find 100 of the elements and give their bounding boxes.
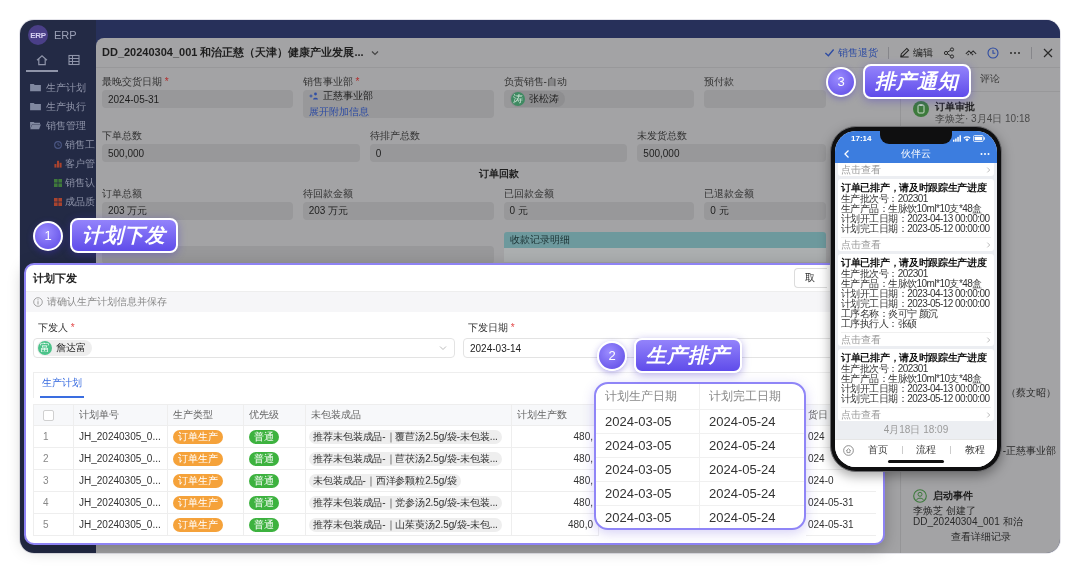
row-number: 3 <box>34 470 74 492</box>
priority-tag: 普通 <box>249 495 279 510</box>
field-label: 最晚交货日期 * <box>102 76 169 88</box>
message-line: 生产批次号：202301 <box>841 364 928 374</box>
app-name: ERP <box>54 29 77 41</box>
table-cell: 2024-03-05 <box>596 506 700 528</box>
product-chip: 推荐未包装成品-｜党参汤2.5g/袋-未包装... <box>309 495 502 510</box>
field-label: 待排产总数 <box>369 130 420 142</box>
input-field: 203 万元 <box>302 202 494 220</box>
activity-text: -正慈事业部 <box>1002 445 1056 457</box>
type-tag: 订单生产 <box>173 429 223 444</box>
message-title: 订单已排产，请及时跟踪生产进度 <box>841 257 987 269</box>
table-cell: JH_20240305_0... <box>74 492 168 514</box>
callout-label: 排产通知 <box>863 64 971 99</box>
field-label: 已回款金额 <box>503 188 554 200</box>
avatar: 涛 <box>510 92 525 106</box>
message-line: 计划开工日期：2023-04-13 00:00:00 <box>841 384 990 394</box>
message-line: 生产批次号：202301 <box>841 269 928 279</box>
callout-label: 计划下发 <box>70 218 178 253</box>
message-line: 计划完工日期：2023-05-12 00:00:00 <box>841 394 990 404</box>
activity-meta: 李焕芝· 3月4日 10:18 <box>935 113 1031 125</box>
field-label: 订单总额 <box>102 188 142 200</box>
activity-meta: 李焕芝 创建了 DD_20240304_001 和治 <box>912 504 1024 527</box>
priority-tag: 普通 <box>249 517 279 532</box>
table-cell: 024-05-31 <box>806 514 876 536</box>
priority-tag: 普通 <box>249 429 279 444</box>
input-field: 203 万元 <box>102 202 293 220</box>
table-cell: JH_20240305_0... <box>74 448 168 470</box>
message-line: 生产产品：生脉饮10ml*10支*48盒 <box>841 374 982 384</box>
field-label: 已退款金额 <box>704 188 755 200</box>
message-line: 工序名称：炎可宁 颜沉 <box>841 309 938 319</box>
person-name: 张松涛 <box>528 92 559 106</box>
message-line: 计划完工日期：2023-05-12 00:00:00 <box>841 224 990 234</box>
column-header: 计划生产日期 <box>596 384 700 409</box>
column-header: 未包装成品 <box>306 405 512 426</box>
input-field: 500,000 <box>637 144 826 162</box>
table-cell: JH_20240305_0... <box>74 514 168 536</box>
row-number: 2 <box>34 448 74 470</box>
table-cell-text: 2024-05-24 <box>708 485 777 503</box>
row-number: 4 <box>34 492 74 514</box>
department-name: 正慈事业部 <box>322 89 373 103</box>
message-line: 生产批次号：202301 <box>841 194 928 204</box>
column-header: 计划完工日期 <box>708 388 782 405</box>
field-label: 未发货总数 <box>637 130 688 142</box>
table-cell: 2024-03-05 <box>596 458 700 481</box>
row-number: 5 <box>34 514 74 536</box>
product-chip: 未包装成品-｜西洋参颗粒2.5g/袋 <box>309 473 461 488</box>
message-time: 4月18日 18:09 <box>883 424 949 436</box>
message-title: 订单已排产，请及时跟踪生产进度 <box>841 352 987 364</box>
field-label: 下发人 * <box>38 322 75 334</box>
subtable-header: 收款记录明细 <box>503 232 826 248</box>
priority-tag: 普通 <box>249 451 279 466</box>
priority-tag: 普通 <box>249 473 279 488</box>
column-header: 计划单号 <box>74 405 168 426</box>
column-header: 优先级 <box>244 405 306 426</box>
person-name: 詹达富 <box>56 341 86 355</box>
table-cell-text: 2024-05-24 <box>708 437 777 455</box>
callout-label: 生产排产 <box>634 338 742 373</box>
field-label: 下单总数 <box>102 130 142 142</box>
table-cell: 2024-03-05 <box>596 482 700 505</box>
notice-text: 请确认生产计划信息并保存 <box>47 295 167 309</box>
field-label: 销售事业部 * <box>302 76 360 88</box>
message-line: 工序执行人：张硕 <box>841 319 917 329</box>
table-cell: 2024-03-05 <box>596 434 700 457</box>
message-line: 计划开工日期：2023-04-13 00:00:00 <box>841 214 990 224</box>
column-header: 生产类型 <box>168 405 244 426</box>
message-line: 计划开工日期：2023-04-13 00:00:00 <box>841 289 990 299</box>
record-title: DD_20240304_001 和治正慈（天津）健康产业发展... <box>102 45 364 60</box>
type-tag: 订单生产 <box>173 517 223 532</box>
message-title: 订单已排产，请及时跟踪生产进度 <box>841 182 987 194</box>
table-cell-text: 2024-05-24 <box>708 413 777 431</box>
table-cell-text: 2024-05-24 <box>708 461 777 479</box>
field-label: 下发日期 * <box>468 322 515 334</box>
status-time: 17:14 <box>851 133 872 143</box>
message-line: 生产产品：生脉饮10ml*10支*48盒 <box>841 204 982 214</box>
table-cell: JH_20240305_0... <box>74 426 168 448</box>
table-cell-text: 2024-05-24 <box>708 509 777 527</box>
product-chip: 推荐未包装成品-｜苣茯汤2.5g/袋-未包装... <box>309 451 502 466</box>
input-field: 500,000 <box>102 144 360 162</box>
screen-title: 伙伴云 <box>901 147 931 161</box>
row-number: 1 <box>34 426 74 448</box>
table-cell: JH_20240305_0... <box>74 470 168 492</box>
activity-title: 启动事件 <box>933 490 973 502</box>
message-line: 计划完工日期：2023-05-12 00:00:00 <box>841 299 990 309</box>
type-tag: 订单生产 <box>173 495 223 510</box>
section-title: 订单回款 <box>478 168 519 180</box>
activity-title: 订单审批 <box>935 101 976 113</box>
input-field: 2024-05-31 <box>102 90 293 108</box>
type-tag: 订单生产 <box>173 451 223 466</box>
app-logo: ERP <box>28 25 48 45</box>
type-tag: 订单生产 <box>173 473 223 488</box>
message-line: 生产产品：生脉饮10ml*10支*48盒 <box>841 279 982 289</box>
dialog-title: 计划下发 <box>33 270 77 286</box>
product-chip: 推荐未包装成品-｜山茱萸汤2.5g/袋-未包... <box>309 517 502 532</box>
field-label: 待回款金额 <box>302 188 353 200</box>
input-field: 0 元 <box>704 202 826 220</box>
input-field: 0 元 <box>503 202 695 220</box>
activity-text: （蔡文昭） <box>1006 387 1056 399</box>
field-label: 预付款 <box>704 76 735 88</box>
product-chip: 推荐未包装成品-｜覆苣汤2.5g/袋-未包装... <box>309 429 502 444</box>
